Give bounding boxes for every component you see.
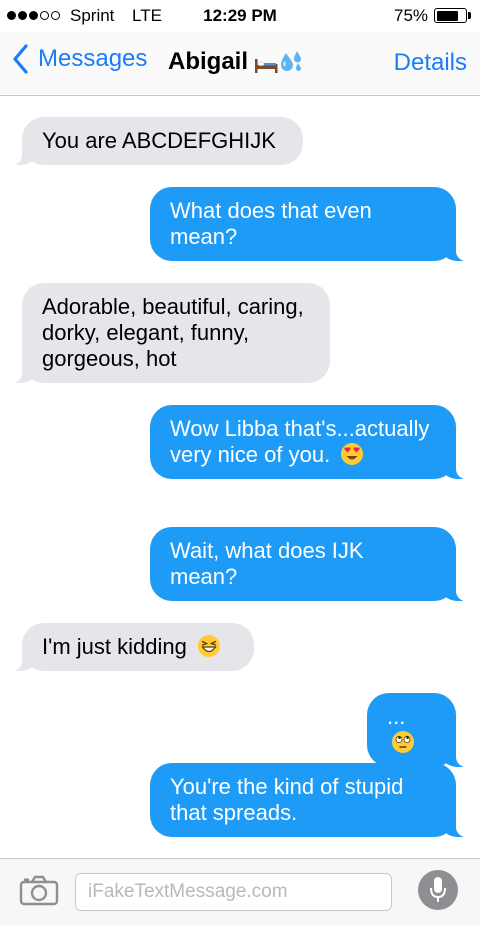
contact-name: Abigail xyxy=(168,48,249,75)
contact-title[interactable]: Abigail xyxy=(168,48,304,76)
message-text: Wait, what does IJK mean? xyxy=(170,538,364,589)
grinning-squinting-emoji-icon xyxy=(197,635,220,657)
microphone-icon xyxy=(430,877,446,902)
status-bar: Sprint LTE 12:29 PM 75% xyxy=(0,0,480,32)
battery-percent: 75% xyxy=(394,6,429,25)
back-label: Messages xyxy=(38,45,148,72)
message-bubble-outgoing[interactable]: What does that even mean? xyxy=(150,187,466,261)
heart-eyes-emoji-icon xyxy=(341,443,364,465)
battery-tip xyxy=(468,12,471,19)
eye-roll-emoji-icon xyxy=(392,731,414,753)
message-text: I'm just kidding xyxy=(42,634,187,659)
message-text: What does that even mean? xyxy=(170,198,372,249)
message-bubble-incoming[interactable]: You are ABCDEFGHIJK xyxy=(12,117,303,165)
camera-button[interactable] xyxy=(19,875,59,912)
chevron-left-icon xyxy=(13,44,28,74)
battery-icon xyxy=(434,8,467,23)
message-text: Adorable, beautiful, caring, dorky, eleg… xyxy=(42,294,304,371)
microphone-button[interactable] xyxy=(418,870,458,910)
message-text: ... xyxy=(387,704,406,729)
message-bubble-outgoing[interactable]: Wait, what does IJK mean? xyxy=(150,527,466,601)
sweat-droplets-icon xyxy=(281,51,302,71)
details-button[interactable]: Details xyxy=(394,49,467,77)
compose-bar xyxy=(0,858,480,926)
message-bubble-outgoing[interactable]: Wow Libba that's...actually very nice of… xyxy=(150,405,466,479)
message-bubble-outgoing[interactable]: ... xyxy=(367,693,466,767)
message-bubble-outgoing[interactable]: You're the kind of stupid that spreads. xyxy=(150,763,466,837)
navigation-bar: Messages Abigail Details xyxy=(0,32,480,96)
message-text: You're the kind of stupid that spreads. xyxy=(170,774,404,825)
message-text: You are ABCDEFGHIJK xyxy=(42,128,276,153)
message-text: Wow Libba that's...actually very nice of… xyxy=(170,416,430,467)
camera-icon xyxy=(19,875,59,906)
message-bubble-incoming[interactable]: Adorable, beautiful, caring, dorky, eleg… xyxy=(12,283,330,383)
back-button[interactable]: Messages xyxy=(12,44,147,74)
message-bubble-incoming[interactable]: I'm just kidding xyxy=(12,623,254,671)
bed-icon xyxy=(255,59,278,73)
message-input[interactable] xyxy=(75,873,392,911)
